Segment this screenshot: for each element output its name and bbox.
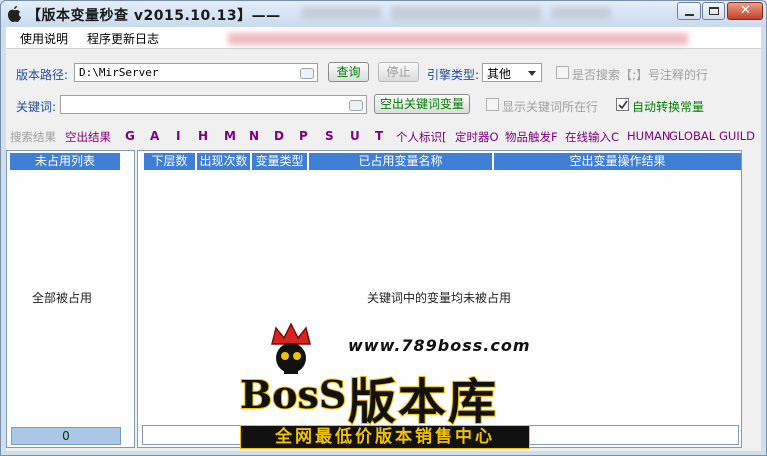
watermark-url: www.789boss.com [348,336,531,355]
stop-button[interactable]: 停止 [378,62,419,82]
client-area: 使用说明 程序更新日志 版本路径: D:\MirServer 查询 停止 引擎类… [6,27,761,451]
search-comment-label: 是否搜索【;】号注释的行 [572,68,709,82]
checkmark-icon [618,100,628,110]
column-header-occurrences[interactable]: 出现次数 [197,153,251,170]
close-icon: ✕ [740,3,751,18]
path-input[interactable]: D:\MirServer [74,63,318,82]
filter-s[interactable]: S [325,129,334,143]
filter-personal-id[interactable]: 个人标识[ [396,129,447,145]
unused-list-message: 全部被占用 [32,291,93,305]
watermark-slogan: 全网最低价版本销售中心 [240,425,530,449]
path-label: 版本路径: [16,68,69,82]
unused-list-panel[interactable]: 未占用列表 全部被占用 0 [6,150,135,448]
table-empty-message: 关键词中的变量均未被占用 [367,291,512,305]
engine-value: 其他 [487,67,512,81]
blurred-title-region [551,7,611,19]
window-title: 【版本变量秒查 v2015.10.13】—— [27,8,281,24]
column-header-variable-type[interactable]: 变量类型 [252,153,308,170]
filter-label: 搜索结果 [10,130,56,144]
browse-icon[interactable] [300,68,314,79]
show-keyword-rows-label: 显示关键词所在行 [502,100,599,114]
query-button[interactable]: 查询 [328,62,369,82]
filter-item-trigger[interactable]: 物品触发F [505,129,558,145]
column-header-used-variable-name[interactable]: 已占用变量名称 [309,153,493,170]
unused-count: 0 [11,427,121,445]
filter-u[interactable]: U [350,129,360,143]
path-value: D:\MirServer [79,66,159,79]
auto-convert-label: 自动转换常量 [632,100,705,114]
filter-timer[interactable]: 定时器O [455,129,499,145]
watermark-boss: BosS [239,371,347,418]
blurred-title-region [301,7,381,19]
filter-t[interactable]: T [375,129,383,143]
engine-select[interactable]: 其他 [482,63,542,82]
menu-bar: 使用说明 程序更新日志 [6,27,761,49]
keyword-label: 关键词: [16,100,57,114]
filter-p[interactable]: P [299,129,308,143]
maximize-icon [709,7,719,15]
unused-list-header: 未占用列表 [10,153,120,170]
maximize-button[interactable] [702,2,725,20]
keyword-input[interactable] [60,95,367,114]
filter-global[interactable]: GLOBAL [669,129,715,143]
filter-human[interactable]: HUMAN [627,129,670,143]
watermark-logo: www.789boss.com BosS 版本库 全网最低价版本销售中心 [226,322,546,452]
filter-n[interactable]: N [249,129,259,143]
minimize-button[interactable] [677,2,701,20]
filter-g[interactable]: G [125,129,135,143]
menu-item-changelog[interactable]: 程序更新日志 [87,30,159,47]
close-button[interactable]: ✕ [727,2,763,20]
column-header-operation-result[interactable]: 空出变量操作结果 [494,153,741,170]
filter-d[interactable]: D [274,129,284,143]
engine-label: 引擎类型: [427,68,480,82]
keyword-dropdown-icon[interactable] [349,100,363,111]
column-header-level[interactable]: 下层数 [144,153,196,170]
filter-guild[interactable]: GUILD [719,129,755,143]
clear-keyword-variables-button[interactable]: 空出关键词变量 [374,94,470,114]
filter-empty-results[interactable]: 空出结果 [65,129,111,145]
show-keyword-rows-checkbox[interactable] [486,98,499,111]
chevron-down-icon [528,71,536,76]
filter-online-input[interactable]: 在线输入C [565,129,619,145]
auto-convert-checkbox[interactable] [616,98,629,111]
minimize-icon [685,14,694,16]
apple-app-icon [8,6,21,22]
filter-h[interactable]: H [198,129,208,143]
search-comment-checkbox[interactable] [556,66,569,79]
watermark-brand: 版本库 [347,373,499,431]
filter-m[interactable]: M [224,129,236,143]
menu-item-help[interactable]: 使用说明 [20,30,68,47]
filter-i[interactable]: I [176,129,180,143]
title-bar[interactable]: 【版本变量秒查 v2015.10.13】—— ✕ [1,1,766,27]
filter-a[interactable]: A [150,129,159,143]
blurred-title-region [391,6,541,20]
blurred-banner [228,33,688,45]
